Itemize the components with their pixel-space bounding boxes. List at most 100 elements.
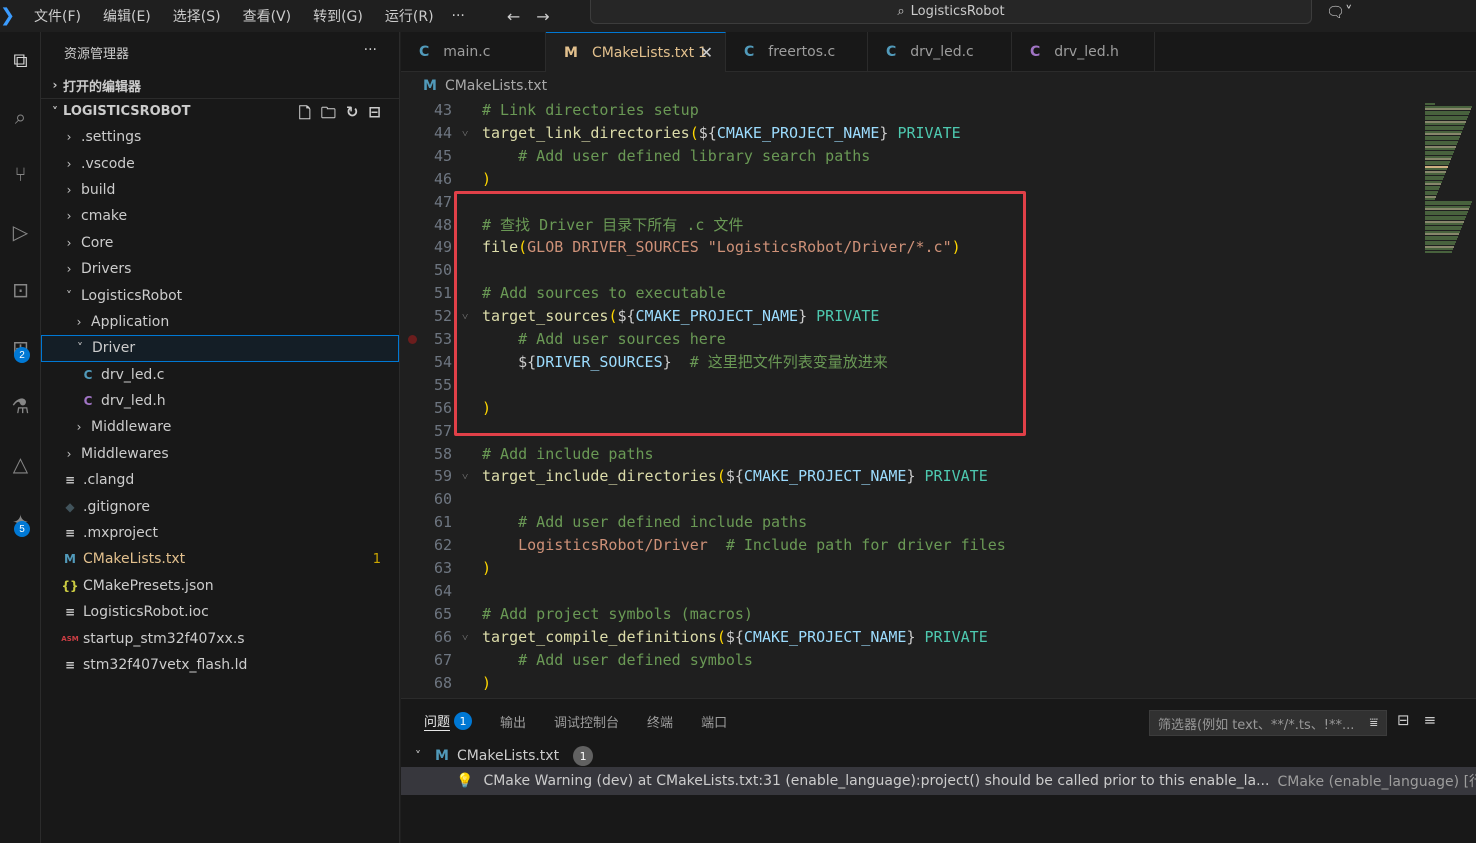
tab-freertos-c[interactable]: Cfreertos.c: [726, 32, 868, 72]
explorer-icon[interactable]: ⧉: [0, 40, 41, 80]
code-line: 46): [401, 168, 1421, 191]
panel-tab[interactable]: 输出: [500, 712, 526, 731]
minimap[interactable]: [1421, 99, 1476, 697]
chevron-right-icon: ›: [76, 420, 82, 435]
chevron-right-icon: ›: [66, 235, 72, 250]
close-icon[interactable]: ✕: [700, 43, 713, 62]
code-text: # Add project symbols (macros): [482, 603, 753, 626]
code-line: 58 # Add include paths: [401, 443, 1421, 466]
explorer-header: 资源管理器 ···: [41, 32, 399, 72]
explorer-more-button[interactable]: ···: [364, 42, 377, 58]
code-line: 63): [401, 557, 1421, 580]
navigation-arrows: ← →: [507, 7, 550, 26]
code-editor[interactable]: 43 # Link directories setup 44 ˅ target_link…: [401, 99, 1421, 697]
code-text: # Add include paths: [482, 443, 654, 466]
menu-item[interactable]: 编辑(E): [103, 6, 151, 26]
stm32-icon[interactable]: ✦5: [0, 502, 41, 542]
tab-cmakelists-txt[interactable]: M CMakeLists.txt 1 ✕: [546, 32, 726, 72]
tree-item[interactable]: › Core: [41, 230, 399, 256]
tab-label: freertos.c: [768, 44, 836, 60]
tree-item[interactable]: M CMakeLists.txt 1: [41, 546, 399, 572]
open-editors-section[interactable]: › 打开的编辑器: [41, 72, 399, 98]
fold-chevron-icon[interactable]: ˅: [462, 122, 468, 145]
tree-item[interactable]: {} CMakePresets.json: [41, 573, 399, 599]
menu-item[interactable]: 选择(S): [173, 6, 221, 26]
problem-count: 1: [372, 551, 381, 567]
problem-file-group[interactable]: ˅ M CMakeLists.txt 1: [415, 745, 594, 767]
copilot-chat-icon[interactable]: 🗨˅: [1326, 3, 1353, 21]
menu-item[interactable]: 文件(F): [34, 6, 81, 26]
forward-arrow-icon[interactable]: →: [536, 7, 549, 26]
menu-item[interactable]: 查看(V): [243, 6, 292, 26]
run-debug-icon[interactable]: ▷: [0, 212, 41, 252]
tree-item[interactable]: › Middleware: [41, 414, 399, 440]
view-as-list-icon[interactable]: ≡: [1424, 711, 1437, 729]
line-number: 51: [433, 284, 452, 303]
code-line: 54 ${DRIVER_SOURCES} # 这里把文件列表变量放进来: [401, 351, 1421, 374]
tree-item[interactable]: ≡ .clangd: [41, 467, 399, 493]
remote-explorer-icon[interactable]: ⊡: [0, 270, 41, 310]
problems-filter-input[interactable]: 筛选器(例如 text、**/*.ts、!**... ⩸: [1149, 710, 1387, 736]
tree-item-label: Middlewares: [81, 445, 169, 462]
tree-item[interactable]: › Middlewares: [41, 441, 399, 467]
menu-more-button[interactable]: ···: [452, 8, 465, 24]
line-number: 57: [433, 421, 452, 440]
problem-row[interactable]: 💡 CMake Warning (dev) at CMakeLists.txt:…: [401, 767, 1476, 795]
fold-chevron-icon[interactable]: ˅: [462, 626, 468, 649]
panel-tab[interactable]: 终端: [647, 712, 673, 731]
menu-item[interactable]: 转到(G): [313, 6, 363, 26]
tree-item[interactable]: ASM startup_stm32f407xx.s: [41, 625, 399, 651]
back-arrow-icon[interactable]: ←: [507, 7, 520, 26]
tree-item[interactable]: Cdrv_led.c: [41, 362, 399, 388]
tree-item[interactable]: ≡ .mxproject: [41, 520, 399, 546]
code-token: # Add include paths: [482, 444, 654, 463]
tree-item[interactable]: Cdrv_led.h: [41, 388, 399, 414]
line-number: 61: [433, 513, 452, 532]
tree-item[interactable]: ˅ LogisticsRobot: [41, 282, 399, 308]
filter-icon[interactable]: ⩸: [1369, 715, 1378, 731]
code-token: ${: [617, 307, 636, 326]
panel-tab[interactable]: 端口: [701, 712, 727, 731]
fold-chevron-icon[interactable]: ˅: [462, 305, 468, 328]
cmake-file-icon: M: [564, 44, 578, 61]
fold-chevron-icon[interactable]: ˅: [462, 465, 468, 488]
tree-item[interactable]: › Application: [41, 309, 399, 335]
line-number: 60: [433, 490, 452, 509]
code-token: # 查找 Driver 目录下所有 .c 文件: [482, 215, 744, 234]
tree-item[interactable]: ˅ Driver: [41, 335, 399, 362]
tree-item[interactable]: ◆ .gitignore: [41, 493, 399, 519]
command-center-search[interactable]: ⌕ LogisticsRobot: [590, 0, 1312, 24]
breadcrumb-file[interactable]: CMakeLists.txt: [445, 78, 547, 94]
tree-item[interactable]: ≡ stm32f407vetx_flash.ld: [41, 652, 399, 678]
tab-drv_led-h[interactable]: Cdrv_led.h: [1012, 32, 1155, 72]
panel-tab[interactable]: 问题 1: [424, 711, 473, 731]
problems-badge: 1: [454, 712, 473, 730]
tree-item[interactable]: › Drivers: [41, 256, 399, 282]
code-line: 48 # 查找 Driver 目录下所有 .c 文件: [401, 214, 1421, 237]
chevron-down-icon: ˅: [77, 341, 83, 356]
tree-item[interactable]: › .settings: [41, 124, 399, 150]
panel-tab[interactable]: 调试控制台: [554, 712, 619, 731]
asm-file-icon: ASM: [61, 634, 79, 643]
tab-drv_led-c[interactable]: Cdrv_led.c: [868, 32, 1012, 72]
tree-item[interactable]: › cmake: [41, 203, 399, 229]
project-section[interactable]: ˅ LOGISTICSROBOT 🗋 🗀 ↻ ⊟: [41, 98, 399, 124]
code-text: # Add user defined library search paths: [482, 145, 870, 168]
collapse-all-icon[interactable]: ⊟: [1397, 711, 1410, 729]
tree-item[interactable]: › .vscode: [41, 150, 399, 176]
tree-item[interactable]: › build: [41, 177, 399, 203]
extensions-icon[interactable]: ⊞2: [0, 328, 41, 368]
tree-item[interactable]: ≡ LogisticsRobot.ioc: [41, 599, 399, 625]
testing-icon[interactable]: ⚗: [0, 386, 41, 426]
tree-item-label: .mxproject: [83, 525, 158, 542]
json-file-icon: {}: [61, 578, 79, 593]
search-view-icon[interactable]: ⌕: [0, 97, 41, 137]
breakpoint-hint-icon[interactable]: [408, 335, 417, 344]
cmake-file-icon: M: [435, 748, 449, 764]
source-control-icon[interactable]: ⑂: [0, 154, 41, 194]
menu-item[interactable]: 运行(R): [385, 6, 434, 26]
tab-main-c[interactable]: Cmain.c: [401, 32, 546, 72]
cmake-icon[interactable]: △: [0, 444, 41, 484]
